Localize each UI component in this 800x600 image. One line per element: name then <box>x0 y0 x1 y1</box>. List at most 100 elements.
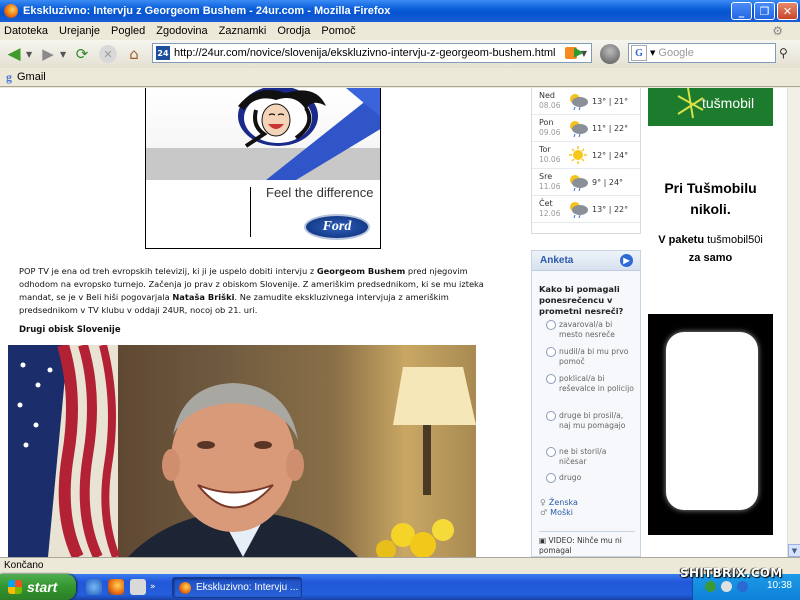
menu-item-orodja[interactable]: Orodja <box>277 25 310 37</box>
menu-item-zgodovina[interactable]: Zgodovina <box>156 25 207 37</box>
home-button[interactable]: ⌂ <box>123 43 145 65</box>
poll-header[interactable]: Anketa ▶ <box>532 251 640 271</box>
poll-widget: Anketa ▶ Kako bi pomagali ponesrečencu v… <box>531 250 641 557</box>
quicklaunch-media-icon[interactable] <box>130 579 146 595</box>
poll-gender-female[interactable]: ♀ Ženska <box>540 498 578 507</box>
ford-ad-illustration <box>238 88 380 180</box>
poll-option[interactable]: zavaroval/a bi mesto nesreče <box>546 320 636 340</box>
male-icon: ♂ <box>540 508 548 517</box>
back-history-dropdown-icon[interactable]: ▼ <box>26 50 34 59</box>
url-bar[interactable]: 24 http://24ur.com/novice/slovenija/eksk… <box>152 43 592 63</box>
activity-throbber-icon: ⚙ <box>772 24 783 38</box>
status-text: Končano <box>4 560 44 571</box>
radio-button[interactable] <box>546 320 556 330</box>
arrow-right-icon[interactable]: ▶ <box>620 254 633 267</box>
poll-option[interactable]: druge bi prosil/a, naj mu pomagajo <box>546 411 636 431</box>
firefox-icon <box>4 4 18 18</box>
article-subheading: Drugi obisk Slovenije <box>19 325 121 335</box>
start-button[interactable]: start <box>0 574 76 600</box>
radio-button[interactable] <box>546 411 556 421</box>
tusmobil-logo-icon <box>677 88 704 119</box>
menu-item-zaznamki[interactable]: Zaznamki <box>219 25 267 37</box>
go-button[interactable]: ▶ <box>574 45 584 60</box>
radio-button[interactable] <box>546 473 556 483</box>
google-engine-icon[interactable]: G <box>631 45 647 61</box>
radio-button[interactable] <box>546 447 556 457</box>
url-text[interactable]: http://24ur.com/novice/slovenija/ekskluz… <box>174 47 565 59</box>
rain-cloud-icon <box>570 121 588 137</box>
window-title-bar[interactable]: Ekskluzivno: Intervju z Georgeom Bushem … <box>0 0 800 22</box>
quicklaunch-firefox-icon[interactable] <box>108 579 124 595</box>
forward-button[interactable]: ▶ <box>37 43 59 65</box>
phone-image <box>666 332 758 510</box>
bookmark-gmail[interactable]: Gmail <box>17 71 46 83</box>
poll-option[interactable]: nudil/a bi mu prvo pomoč <box>546 347 636 367</box>
user-profile-icon[interactable] <box>600 44 620 64</box>
taskbar-item-firefox[interactable]: Ekskluzivno: Intervju ... <box>172 577 302 598</box>
tusmobil-headline: Pri Tušmobilu nikoli. <box>664 180 757 217</box>
ford-logo: Ford <box>304 214 370 240</box>
female-icon: ♀ <box>540 498 546 507</box>
tray-network-icon[interactable] <box>705 581 716 592</box>
weather-row: Čet 12.06 13° | 22° <box>532 196 640 223</box>
page-content: Feel the difference Ford POP TV je ena o… <box>0 88 787 557</box>
site-favicon: 24 <box>156 46 170 60</box>
poll-title: Anketa <box>540 255 574 266</box>
watermark: SHITBRIX.COM <box>680 566 783 580</box>
tray-security-icon[interactable] <box>737 581 748 592</box>
rain-cloud-icon <box>570 94 588 110</box>
tray-volume-icon[interactable] <box>721 581 732 592</box>
radio-button[interactable] <box>546 347 556 357</box>
poll-option[interactable]: ne bi storil/a ničesar <box>546 447 636 467</box>
weather-row: Sre 11.06 9° | 24° <box>532 169 640 196</box>
gmail-favicon-icon: g <box>6 69 12 84</box>
menu-item-urejanje[interactable]: Urejanje <box>59 25 100 37</box>
menu-item-pogled[interactable]: Pogled <box>111 25 145 37</box>
minimize-button[interactable]: _ <box>731 2 752 20</box>
scroll-down-icon[interactable]: ▼ <box>788 544 800 557</box>
sun-icon <box>569 146 587 164</box>
radio-button[interactable] <box>546 374 556 384</box>
link-natasa-briski[interactable]: Nataša Briški <box>172 292 234 302</box>
windows-logo-icon <box>8 580 22 594</box>
close-button[interactable]: ✕ <box>777 2 798 20</box>
back-button[interactable]: ◀ <box>3 43 25 65</box>
rain-cloud-icon <box>570 202 588 218</box>
poll-option[interactable]: drugo <box>546 473 636 483</box>
search-magnifier-icon[interactable]: ⚲ <box>779 46 788 60</box>
link-george-bush[interactable]: Georgeom Bushem <box>317 266 405 276</box>
poll-gender-male[interactable]: ♂ Moški <box>540 508 573 517</box>
bookmarks-toolbar: g Gmail <box>0 68 800 87</box>
vertical-scrollbar[interactable]: ▼ <box>787 88 800 557</box>
rain-cloud-icon <box>570 175 588 191</box>
ford-advertisement[interactable]: Feel the difference Ford <box>145 88 381 249</box>
window-title: Ekskluzivno: Intervju z Georgeom Bushem … <box>23 5 391 17</box>
tusmobil-brand: tušmobil <box>702 95 755 111</box>
article-photo <box>8 345 476 557</box>
forward-history-dropdown-icon[interactable]: ▼ <box>60 50 68 59</box>
article-body: POP TV je ena od treh evropskih televizi… <box>19 266 484 315</box>
ford-tagline: Feel the difference <box>266 185 374 200</box>
poll-option[interactable]: poklical/a bi reševalce in policijo <box>546 374 636 394</box>
menu-item-datoteka[interactable]: Datoteka <box>4 25 48 37</box>
navigation-toolbar: ◀ ▼ ▶ ▼ ⟳ ✕ ⌂ 24 http://24ur.com/novice/… <box>0 40 800 68</box>
poll-video-link[interactable]: ▣ VIDEO: Nihče mu ni pomagal <box>539 531 635 556</box>
tusmobil-subtext: V paketu tušmobil50i za samo <box>658 234 763 264</box>
stop-button[interactable]: ✕ <box>99 45 117 63</box>
quicklaunch-ie-icon[interactable] <box>86 579 102 595</box>
maximize-button[interactable]: ❐ <box>754 2 775 20</box>
search-engine-dropdown-icon[interactable]: ▼ <box>650 49 655 57</box>
tusmobil-advertisement[interactable]: tušmobil Pri Tušmobilu nikoli. V paketu … <box>648 88 773 535</box>
poll-question: Kako bi pomagali ponesrečencu v prometni… <box>539 284 624 316</box>
search-input[interactable]: Google <box>658 47 693 59</box>
menu-item-pomoc[interactable]: Pomoč <box>321 25 355 37</box>
quicklaunch-expand-icon[interactable]: » <box>150 582 160 598</box>
menu-bar: Datoteka Urejanje Pogled Zgodovina Zazna… <box>0 22 800 40</box>
reload-button[interactable]: ⟳ <box>71 43 93 65</box>
search-box[interactable]: G ▼ Google <box>628 43 776 63</box>
weather-row: Pon 09.06 11° | 22° <box>532 115 640 142</box>
weather-row: Ned 08.06 13° | 21° <box>532 88 640 115</box>
firefox-icon <box>179 581 191 594</box>
clock: 10:38 <box>766 580 792 591</box>
weather-row: Tor 10.06 12° | 24° <box>532 142 640 169</box>
